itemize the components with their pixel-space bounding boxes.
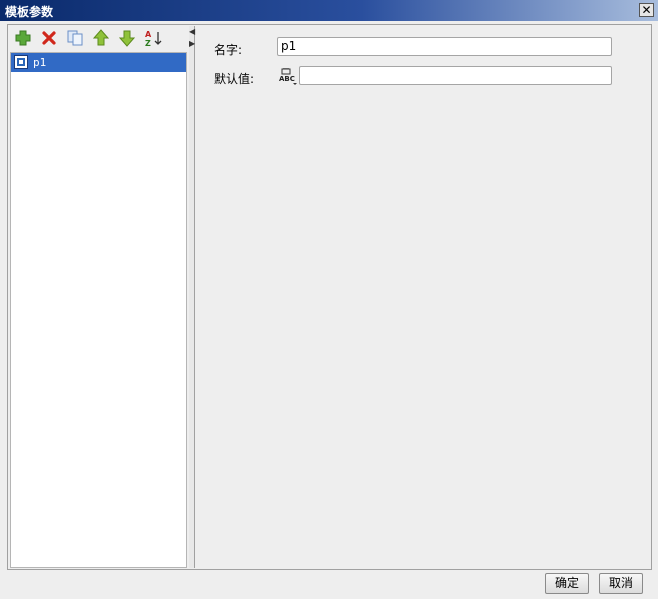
- svg-text:ABC: ABC: [279, 75, 295, 83]
- collapse-left-icon[interactable]: ◀: [189, 27, 195, 36]
- name-input[interactable]: p1: [277, 37, 612, 56]
- panel-splitter[interactable]: ◀ ▶: [189, 26, 195, 568]
- name-label: 名字:: [214, 43, 243, 57]
- default-value-input[interactable]: [299, 66, 612, 85]
- delete-icon[interactable]: [40, 29, 60, 49]
- parameter-toolbar: A Z: [9, 26, 189, 52]
- list-item[interactable]: p1: [11, 53, 186, 72]
- move-down-icon[interactable]: [118, 29, 138, 49]
- close-button[interactable]: ✕: [639, 3, 654, 17]
- svg-text:A: A: [145, 30, 152, 39]
- parameter-list-panel: A Z p1: [9, 26, 189, 568]
- default-value-label: 默认值:: [214, 72, 255, 86]
- title-bar: 模板参数 ✕: [0, 0, 658, 21]
- parameter-editor: 名字: p1 默认值: ABC: [196, 26, 651, 568]
- move-up-icon[interactable]: [92, 29, 112, 49]
- cancel-button[interactable]: 取消: [599, 573, 643, 594]
- ok-button[interactable]: 确定: [545, 573, 589, 594]
- window-title: 模板参数: [5, 5, 54, 19]
- dialog-body: A Z p1 ◀ ▶ 名字: p1 默认值: ABC: [7, 24, 652, 570]
- list-item-label: p1: [33, 56, 47, 69]
- expand-right-icon[interactable]: ▶: [189, 39, 195, 48]
- parameter-list[interactable]: p1: [10, 52, 187, 568]
- sort-az-icon[interactable]: A Z: [143, 29, 163, 49]
- copy-icon[interactable]: [66, 29, 86, 49]
- parameter-icon: [14, 55, 28, 69]
- add-icon[interactable]: [14, 29, 34, 49]
- svg-text:Z: Z: [145, 39, 151, 48]
- type-selector-icon[interactable]: ABC: [278, 66, 298, 86]
